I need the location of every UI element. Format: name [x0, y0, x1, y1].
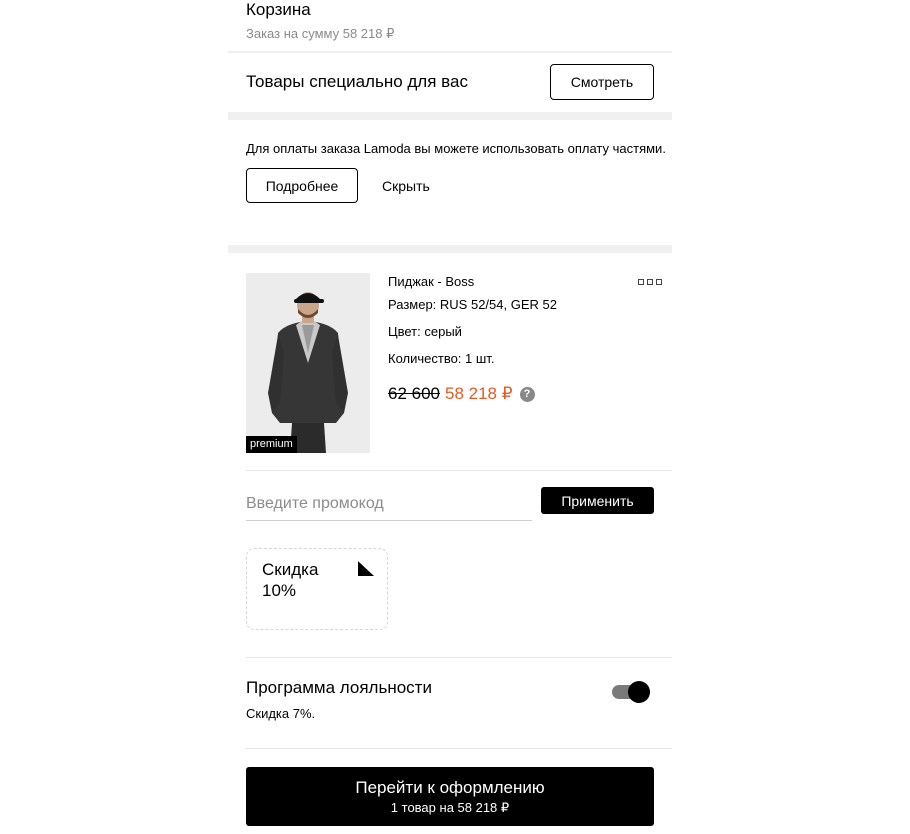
checkout-button[interactable]: Перейти к оформлению 1 товар на 58 218 ₽: [246, 767, 654, 826]
question-icon[interactable]: ?: [519, 386, 535, 402]
promo-code-row: Применить: [246, 487, 654, 521]
apply-promo-button[interactable]: Применить: [541, 487, 654, 514]
product-name[interactable]: Пиджак - Boss: [388, 273, 557, 291]
cart-header: Корзина Заказ на сумму 58 218 ₽: [246, 0, 394, 42]
checkout-sub-label: 1 товар на 58 218 ₽: [390, 799, 510, 815]
jacket-model-image: [246, 273, 370, 453]
section-divider: [228, 245, 672, 253]
product-color: Цвет: серый: [388, 324, 462, 339]
divider: [246, 470, 672, 471]
coupon-line-1: Скидка: [262, 560, 319, 579]
installment-banner: Для оплаты заказа Lamoda вы можете испол…: [246, 140, 666, 203]
coupon-text: Скидка 10%: [262, 559, 318, 601]
divider: [246, 657, 672, 658]
dot: [647, 279, 653, 285]
dot: [656, 279, 662, 285]
special-offer-row: Товары специально для вас Смотреть: [246, 64, 654, 100]
section-divider: [228, 51, 672, 53]
product-size: Размер: RUS 52/54, GER 52: [388, 297, 557, 312]
promo-code-input[interactable]: [246, 487, 532, 521]
installment-actions: Подробнее Скрыть: [246, 168, 666, 203]
toggle-knob: [628, 681, 650, 703]
hide-button[interactable]: Скрыть: [382, 178, 430, 194]
more-info-button[interactable]: Подробнее: [246, 168, 358, 203]
premium-badge: premium: [246, 436, 297, 453]
cart-page: Корзина Заказ на сумму 58 218 ₽ Товары с…: [0, 0, 910, 834]
new-price: 58 218 ₽: [445, 384, 513, 403]
old-price: 62 600: [388, 384, 440, 403]
watch-button[interactable]: Смотреть: [550, 64, 654, 100]
more-dots-icon[interactable]: [638, 279, 662, 285]
order-total-subtitle: Заказ на сумму 58 218 ₽: [246, 26, 395, 41]
loyalty-program: Программа лояльности Скидка 7%.: [246, 678, 654, 721]
price-row: 62 600 58 218 ₽ ?: [388, 384, 557, 404]
section-divider: [228, 112, 672, 120]
coupon-corner-icon: [358, 561, 374, 576]
page-title: Корзина: [246, 0, 311, 19]
cart-item: premium Пиджак - Boss Размер: RUS 52/54,…: [246, 273, 666, 453]
product-info: Пиджак - Boss Размер: RUS 52/54, GER 52 …: [388, 273, 557, 404]
divider: [246, 748, 672, 749]
coupon-line-2: 10%: [262, 581, 297, 600]
product-image[interactable]: premium: [246, 273, 370, 453]
checkout-main-label: Перейти к оформлению: [355, 777, 545, 797]
loyalty-title: Программа лояльности: [246, 678, 432, 697]
dot: [638, 279, 644, 285]
loyalty-subtitle: Скидка 7%.: [246, 706, 316, 721]
discount-coupon[interactable]: Скидка 10%: [246, 548, 388, 630]
special-offer-text: Товары специально для вас: [246, 72, 468, 91]
installment-text: Для оплаты заказа Lamoda вы можете испол…: [246, 141, 666, 156]
loyalty-toggle[interactable]: [612, 680, 650, 704]
product-quantity: Количество: 1 шт.: [388, 351, 495, 366]
